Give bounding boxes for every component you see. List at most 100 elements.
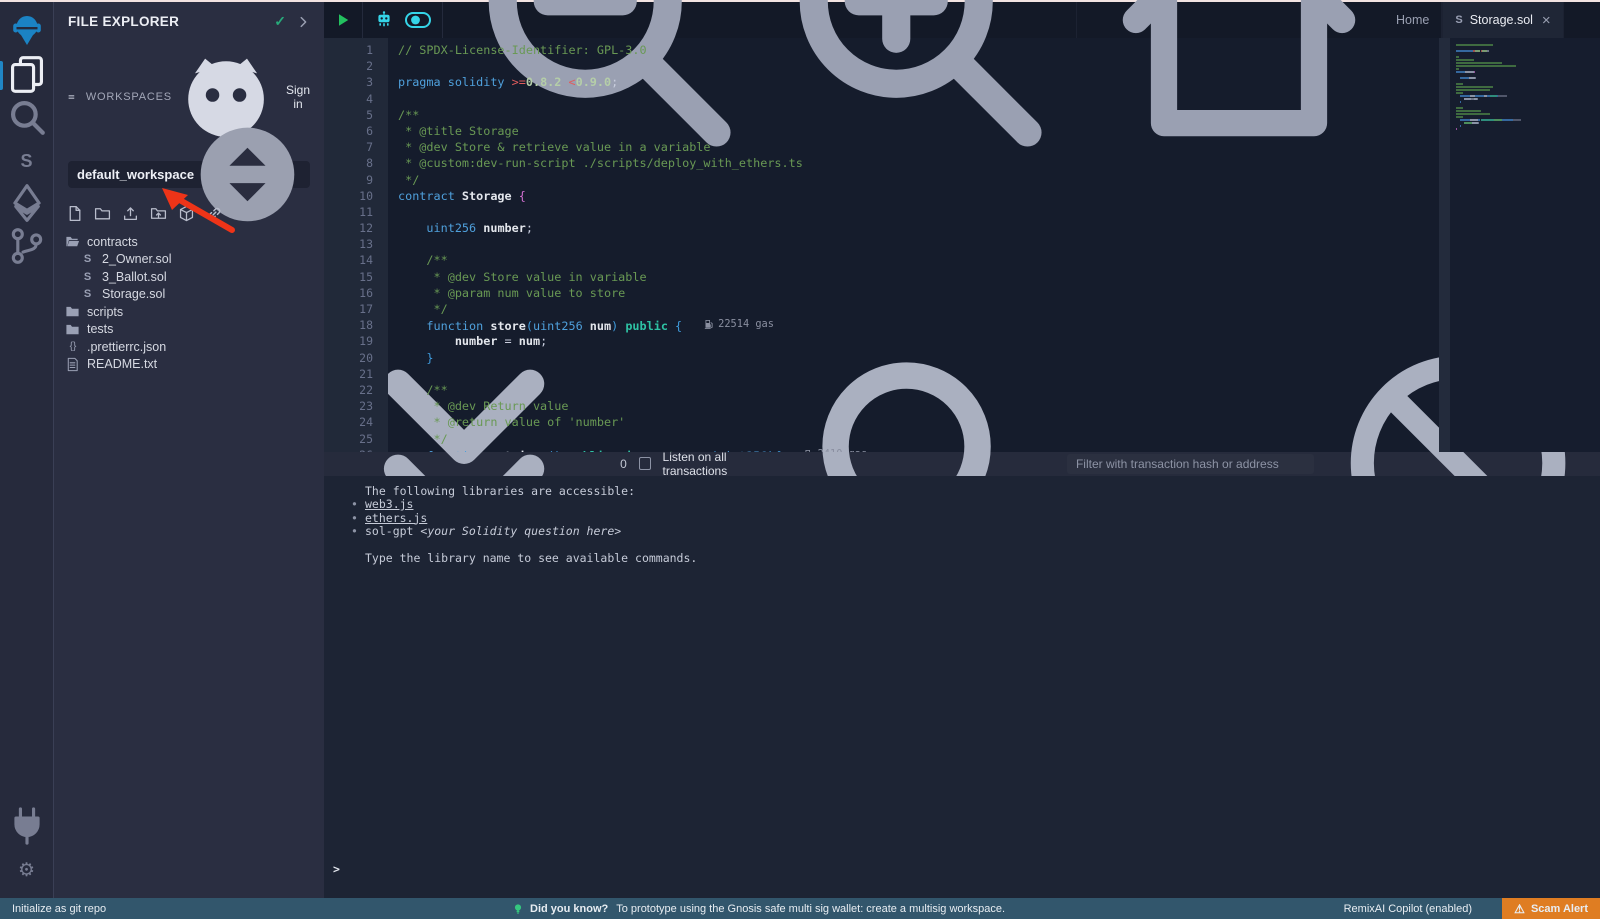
code-line: uint256 number; xyxy=(388,220,1439,236)
json-icon: { } xyxy=(65,341,80,352)
scam-alert-badge[interactable]: ⚠ Scam Alert xyxy=(1502,898,1600,919)
file-label: 2_Owner.sol xyxy=(102,252,171,266)
gear-icon: ⚙ xyxy=(18,861,35,880)
terminal-line: •web3.js xyxy=(330,498,1600,512)
terminal-line: The following libraries are accessible: xyxy=(330,485,1600,499)
search-icon xyxy=(6,96,48,141)
code-line xyxy=(388,58,1439,74)
code-line: * @param num value to store xyxy=(388,285,1439,301)
file-label: README.txt xyxy=(87,357,157,371)
solidity-icon: S xyxy=(80,271,95,283)
link-button[interactable] xyxy=(206,205,223,222)
init-git-repo-button[interactable]: Initialize as git repo xyxy=(12,898,106,919)
sidebar-item-settings[interactable]: ⚙ xyxy=(0,849,54,892)
line-number: 13 xyxy=(324,236,388,252)
run-script-button[interactable] xyxy=(335,12,351,28)
panel-title: FILE EXPLORER xyxy=(68,14,264,29)
workspaces-menu-icon[interactable] xyxy=(68,90,75,104)
code-line: /** xyxy=(388,107,1439,123)
warning-icon: ⚠ xyxy=(1514,903,1525,915)
file-item-README.txt[interactable]: README.txt xyxy=(54,356,324,374)
line-number: 26 xyxy=(324,447,388,452)
file-item-Storage.sol[interactable]: SStorage.sol xyxy=(54,286,324,304)
file-item-contracts[interactable]: contracts xyxy=(54,233,324,251)
activity-bar: S ⚙ xyxy=(0,2,54,898)
close-tab-icon[interactable]: × xyxy=(1542,13,1551,28)
file-label: scripts xyxy=(87,305,123,319)
tab-storage-sol[interactable]: S Storage.sol × xyxy=(1442,2,1563,38)
tab-home[interactable]: Home xyxy=(1076,2,1442,38)
ethereum-icon xyxy=(6,182,48,227)
terminal-link-web3.js[interactable]: web3.js xyxy=(365,497,413,511)
ipfs-publish-button[interactable] xyxy=(178,205,195,222)
terminal-link-ethers.js[interactable]: ethers.js xyxy=(365,511,427,525)
new-file-button[interactable] xyxy=(66,205,83,222)
file-label: Storage.sol xyxy=(102,287,165,301)
ai-copilot-toggle[interactable] xyxy=(405,12,431,28)
transaction-filter-input[interactable] xyxy=(1067,454,1314,474)
code-line: */ xyxy=(388,431,1439,447)
file-label: tests xyxy=(87,322,113,336)
line-number: 17 xyxy=(324,301,388,317)
line-number: 18 xyxy=(324,317,388,333)
line-number: 23 xyxy=(324,398,388,414)
line-number: 1 xyxy=(324,42,388,58)
folder-open-icon xyxy=(65,234,80,249)
code-line: * @custom:dev-run-script ./scripts/deplo… xyxy=(388,155,1439,171)
code-line: function retrieve() public view returns … xyxy=(388,447,1439,452)
line-number: 15 xyxy=(324,269,388,285)
chevron-right-icon[interactable] xyxy=(296,15,310,29)
file-item-tests[interactable]: tests xyxy=(54,321,324,339)
code-editor[interactable]: 1234567891011121314151617181920212223242… xyxy=(324,38,1600,452)
upload-file-button[interactable] xyxy=(122,205,139,222)
plug-icon xyxy=(6,805,48,850)
tip-title: Did you know? xyxy=(530,903,608,915)
gas-estimate-badge: 22514 gas xyxy=(704,316,774,332)
code-line xyxy=(388,91,1439,107)
file-item-3_Ballot.sol[interactable]: S3_Ballot.sol xyxy=(54,268,324,286)
editor-gutter: 1234567891011121314151617181920212223242… xyxy=(324,38,388,452)
code-line xyxy=(388,236,1439,252)
code-line: // SPDX-License-Identifier: GPL-3.0 xyxy=(388,42,1439,58)
listen-all-transactions-checkbox[interactable] xyxy=(639,457,651,470)
terminal-line xyxy=(330,539,1600,553)
editor-code[interactable]: // SPDX-License-Identifier: GPL-3.0pragm… xyxy=(388,38,1439,452)
remix-logo[interactable] xyxy=(0,6,54,54)
new-folder-button[interactable] xyxy=(94,205,111,222)
git-branch-icon xyxy=(6,225,48,270)
file-tree: contractsS2_Owner.solS3_Ballot.solSStora… xyxy=(54,231,324,373)
upload-folder-button[interactable] xyxy=(150,205,167,222)
workspaces-label: WORKSPACES xyxy=(86,91,172,103)
copilot-status[interactable]: RemixAI Copilot (enabled) xyxy=(1344,898,1472,919)
sidebar-item-deploy-run[interactable] xyxy=(0,183,54,226)
line-number: 21 xyxy=(324,366,388,382)
sidebar-item-solidity-compiler[interactable]: S xyxy=(0,140,54,183)
terminal-prompt[interactable]: > xyxy=(333,862,340,876)
code-line: /** xyxy=(388,382,1439,398)
file-explorer-icon xyxy=(6,53,48,98)
line-number: 16 xyxy=(324,285,388,301)
sidebar-item-file-explorer[interactable] xyxy=(0,54,54,97)
editor-scrollbar[interactable] xyxy=(1439,38,1450,452)
line-number: 7 xyxy=(324,139,388,155)
code-line: * @return value of 'number' xyxy=(388,414,1439,430)
remix-ai-robot-button[interactable] xyxy=(374,10,394,30)
code-line xyxy=(388,204,1439,220)
workspace-select[interactable]: default_workspace xyxy=(68,161,310,188)
editor-minimap[interactable] xyxy=(1450,38,1600,452)
line-number: 14 xyxy=(324,252,388,268)
file-item-.prettierrc.json[interactable]: { }.prettierrc.json xyxy=(54,338,324,356)
terminal-output: The following libraries are accessible:•… xyxy=(330,485,1600,566)
file-item-scripts[interactable]: scripts xyxy=(54,303,324,321)
sidebar-item-git[interactable] xyxy=(0,226,54,269)
file-label: contracts xyxy=(87,235,138,249)
check-icon: ✓ xyxy=(274,13,286,30)
code-line: number = num; xyxy=(388,333,1439,349)
terminal[interactable]: The following libraries are accessible:•… xyxy=(324,476,1600,899)
sidebar-item-search[interactable] xyxy=(0,97,54,140)
editor-tabbar: Home S Storage.sol × xyxy=(324,2,1600,38)
sidebar-item-plugin-manager[interactable] xyxy=(0,806,54,849)
did-you-know-tip: Did you know? To prototype using the Gno… xyxy=(512,898,1005,919)
file-item-2_Owner.sol[interactable]: S2_Owner.sol xyxy=(54,251,324,269)
file-explorer-panel: FILE EXPLORER ✓ WORKSPACES Sign in defau… xyxy=(54,2,324,898)
